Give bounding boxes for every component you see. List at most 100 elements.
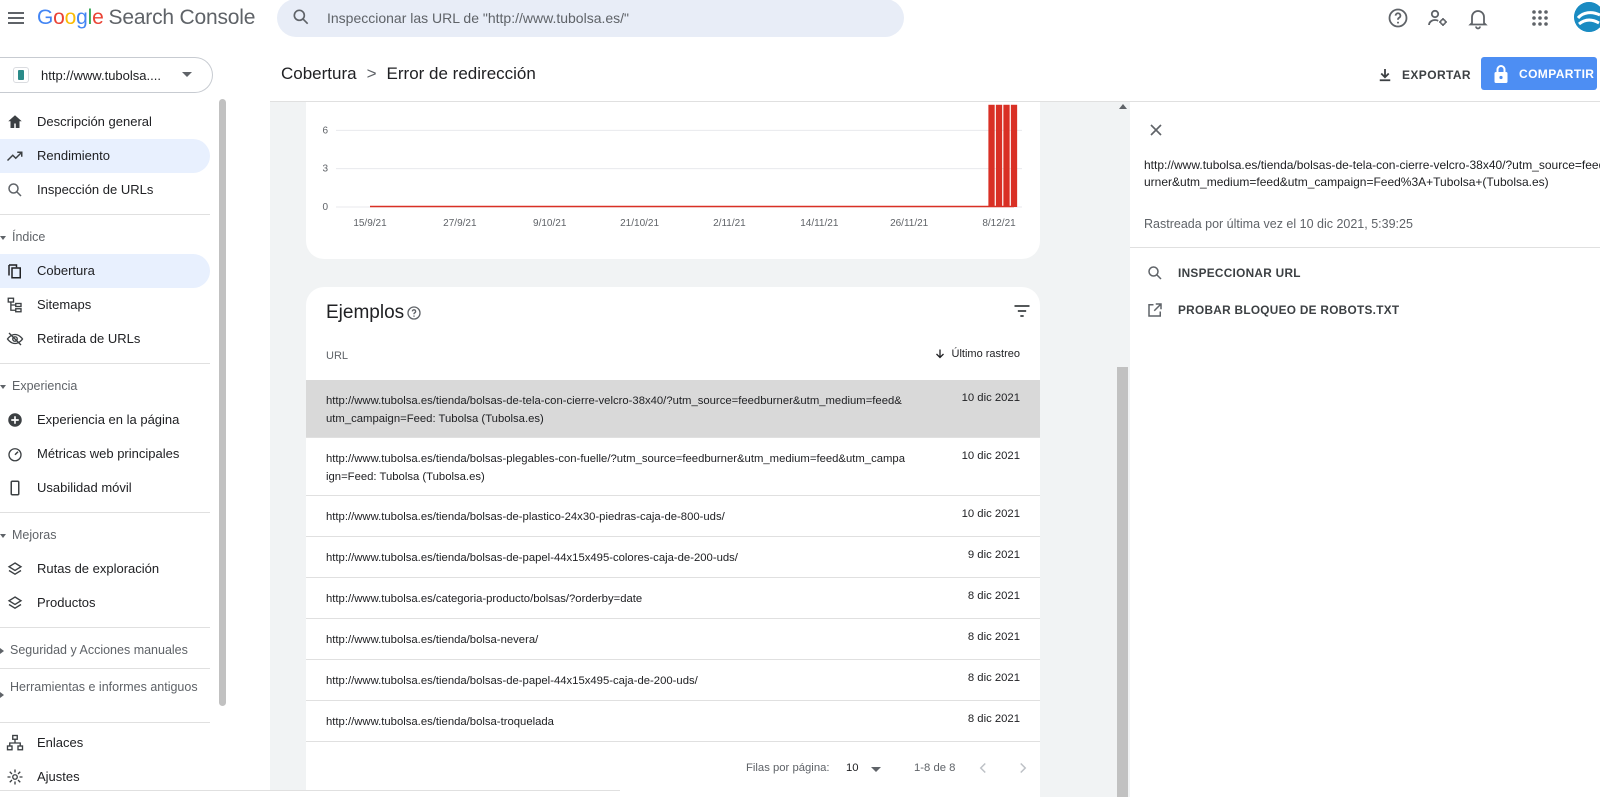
- chart-xtick-label: 15/9/21: [353, 218, 387, 229]
- layers-icon: [6, 560, 24, 578]
- share-button[interactable]: COMPARTIR: [1481, 57, 1597, 90]
- chart-bar[interactable]: [988, 104, 995, 207]
- sidebar-item-products[interactable]: Productos: [0, 586, 210, 620]
- scroll-up-arrow-icon[interactable]: [1119, 104, 1127, 109]
- account-avatar[interactable]: [1574, 2, 1600, 32]
- sidebar-item-label: Cobertura: [37, 263, 95, 278]
- table-row[interactable]: http://www.tubolsa.es/tienda/bolsas-de-t…: [306, 380, 1040, 438]
- test-robots-button[interactable]: PROBAR BLOQUEO DE ROBOTS.TXT: [1146, 299, 1399, 321]
- sidebar-divider: [0, 627, 210, 628]
- breadcrumb: Cobertura > Error de redirección: [281, 64, 536, 84]
- chart-xtick-label: 21/10/21: [620, 218, 659, 229]
- sidebar-section-experience[interactable]: Experiencia: [0, 379, 77, 393]
- notifications-bell-icon[interactable]: [1466, 6, 1490, 30]
- table-row[interactable]: http://www.tubolsa.es/tienda/bolsas-pleg…: [306, 438, 1040, 496]
- inspect-url-label: INSPECCIONAR URL: [1178, 266, 1301, 280]
- sidebar-item-core-web-vitals[interactable]: Métricas web principales: [0, 437, 210, 471]
- section-label: Seguridad y Acciones manuales: [10, 643, 188, 657]
- sidebar-section-legacy[interactable]: Herramientas e informes antiguos: [0, 679, 200, 698]
- caret-right-icon: [0, 692, 4, 698]
- sidebar-section-index[interactable]: Índice: [0, 230, 45, 244]
- table-row[interactable]: http://www.tubolsa.es/categoria-producto…: [306, 578, 1040, 619]
- sidebar-item-label: Descripción general: [37, 114, 152, 129]
- sidebar-item-label: Métricas web principales: [37, 446, 180, 461]
- export-label: EXPORTAR: [1402, 68, 1471, 82]
- chevron-down-icon[interactable]: [871, 767, 881, 772]
- sidebar-item-removals[interactable]: Retirada de URLs: [0, 322, 210, 356]
- chart-ytick-label: 3: [322, 164, 328, 175]
- sidebar-item-mobile-usability[interactable]: Usabilidad móvil: [0, 471, 210, 505]
- url-inspection-search[interactable]: [277, 0, 904, 37]
- property-favicon-icon: [13, 67, 29, 83]
- links-icon: [6, 734, 24, 752]
- search-input[interactable]: [327, 5, 887, 31]
- sidebar-item-label: Sitemaps: [37, 297, 92, 312]
- panel-divider: [1130, 247, 1600, 248]
- table-row[interactable]: http://www.tubolsa.es/tienda/bolsas-de-p…: [306, 496, 1040, 537]
- search-icon: [1146, 264, 1164, 282]
- sidebar-divider: [0, 512, 210, 513]
- row-date: 10 dic 2021: [961, 450, 1020, 462]
- plus-circle-icon: [6, 411, 24, 429]
- chart-xtick-label: 27/9/21: [443, 218, 477, 229]
- apps-grid-icon[interactable]: [1528, 6, 1552, 30]
- sidebar-item-links[interactable]: Enlaces: [0, 726, 210, 760]
- chart-card: 0 3 6 15/9/21 27/9/21 9/10/21 21/10/21 2/11/21 1…: [306, 102, 1040, 259]
- users-settings-icon[interactable]: [1426, 6, 1450, 30]
- column-header-label: Último rastreo: [951, 348, 1020, 360]
- logo-letter: g: [76, 6, 88, 29]
- sidebar-item-settings[interactable]: Ajustes: [0, 760, 210, 794]
- row-url: http://www.tubolsa.es/tienda/bolsas-de-p…: [326, 675, 698, 687]
- sidebar-scrollbar[interactable]: [219, 99, 226, 706]
- rows-per-page-select[interactable]: 10: [846, 762, 859, 774]
- property-selector[interactable]: http://www.tubolsa....: [0, 57, 213, 93]
- table-row[interactable]: http://www.tubolsa.es/tienda/bolsa-never…: [306, 619, 1040, 660]
- column-header-last-crawl[interactable]: Último rastreo: [934, 348, 1020, 360]
- chart-bar[interactable]: [1003, 104, 1010, 207]
- sidebar-item-overview[interactable]: Descripción general: [0, 105, 210, 139]
- sidebar-item-url-inspection[interactable]: Inspección de URLs: [0, 173, 210, 207]
- chart-ytick-label: 0: [322, 202, 328, 213]
- row-date: 10 dic 2021: [961, 508, 1020, 520]
- bottom-edge: [0, 790, 620, 797]
- column-header-url[interactable]: URL: [326, 350, 348, 362]
- sidebar-section-enhancements[interactable]: Mejoras: [0, 528, 56, 542]
- product-logo[interactable]: Google Search Console: [37, 6, 255, 30]
- export-button[interactable]: EXPORTAR: [1376, 62, 1471, 88]
- row-date: 8 dic 2021: [967, 631, 1020, 643]
- breadcrumb-parent[interactable]: Cobertura: [281, 64, 357, 83]
- inspect-url-button[interactable]: INSPECCIONAR URL: [1146, 262, 1301, 284]
- logo-letter: o: [64, 6, 77, 29]
- row-url: http://www.tubolsa.es/tienda/bolsas-pleg…: [326, 453, 905, 483]
- breadcrumb-separator: >: [366, 64, 377, 83]
- chevron-left-icon[interactable]: [974, 759, 992, 777]
- main-scrollbar-thumb[interactable]: [1117, 367, 1128, 797]
- sidebar-item-performance[interactable]: Rendimiento: [0, 139, 210, 173]
- sidebar-item-label: Usabilidad móvil: [37, 480, 132, 495]
- help-icon[interactable]: [1386, 6, 1410, 30]
- chart-xtick-label: 2/11/21: [713, 218, 746, 229]
- chart-bar[interactable]: [1010, 104, 1018, 207]
- search-icon: [6, 181, 24, 199]
- phone-icon: [6, 479, 24, 497]
- sidebar-item-breadcrumbs[interactable]: Rutas de exploración: [0, 552, 210, 586]
- chart-xtick-label: 9/10/21: [533, 218, 567, 229]
- sidebar-item-coverage[interactable]: Cobertura: [0, 254, 210, 288]
- chevron-right-icon[interactable]: [1014, 759, 1032, 777]
- sidebar-item-sitemaps[interactable]: Sitemaps: [0, 288, 210, 322]
- table-row[interactable]: http://www.tubolsa.es/tienda/bolsas-de-p…: [306, 537, 1040, 578]
- help-icon[interactable]: [406, 305, 424, 323]
- table-row[interactable]: http://www.tubolsa.es/tienda/bolsa-troqu…: [306, 701, 1040, 742]
- sidebar-item-label: Rutas de exploración: [37, 561, 160, 576]
- filter-icon[interactable]: [1012, 301, 1032, 321]
- chart-bar[interactable]: [995, 104, 1003, 207]
- close-icon[interactable]: [1146, 120, 1166, 140]
- sidebar-item-page-experience[interactable]: Experiencia en la página: [0, 403, 210, 437]
- section-label: Herramientas e informes antiguos: [10, 680, 198, 694]
- section-label: Índice: [12, 230, 46, 244]
- home-icon: [6, 113, 24, 131]
- table-row[interactable]: http://www.tubolsa.es/tienda/bolsas-de-p…: [306, 660, 1040, 701]
- sidebar-divider: [0, 363, 210, 364]
- sidebar-section-security[interactable]: Seguridad y Acciones manuales: [0, 643, 188, 657]
- main-menu-icon[interactable]: [4, 6, 28, 30]
